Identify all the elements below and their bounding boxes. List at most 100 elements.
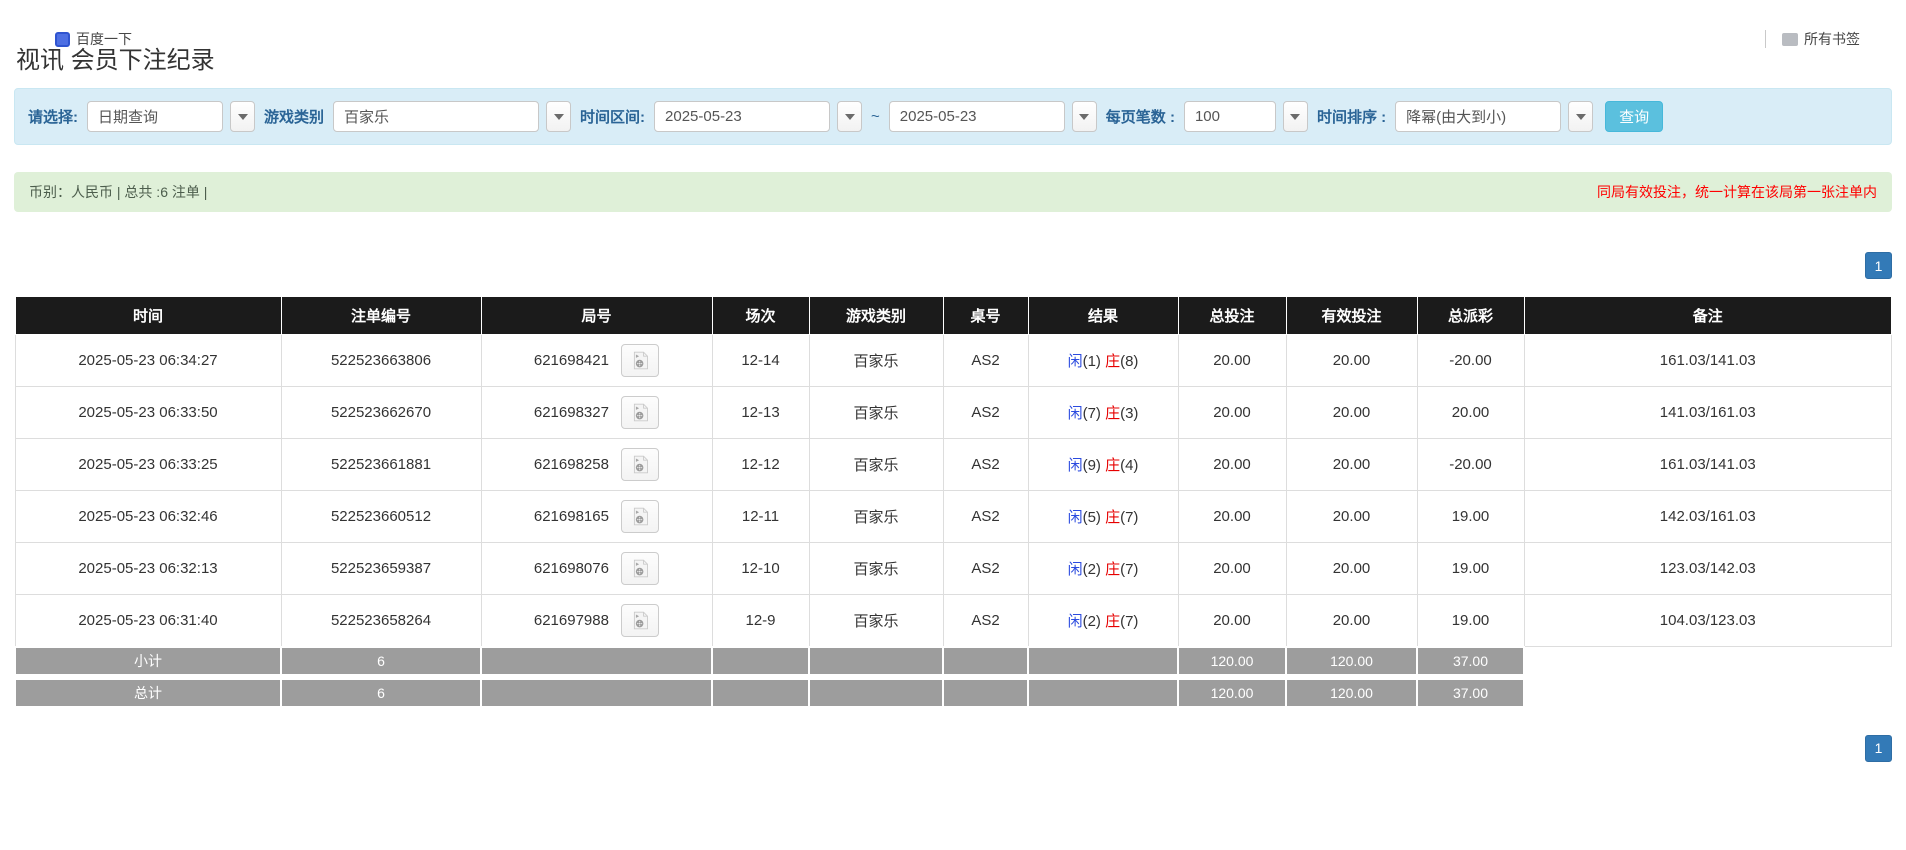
- cell-time: 2025-05-23 06:32:13: [15, 543, 281, 595]
- column-header: 场次: [712, 297, 809, 335]
- result-banker-score: (3): [1120, 405, 1138, 422]
- video-file-icon: [630, 402, 651, 423]
- cell-total-bet: 20.00: [1178, 595, 1286, 647]
- cell-session: 12-10: [712, 543, 809, 595]
- video-file-icon: [630, 350, 651, 371]
- cell-valid-bet: 20.00: [1286, 595, 1417, 647]
- result-banker-score: (7): [1120, 613, 1138, 630]
- result-player-score: (1): [1083, 353, 1106, 370]
- date-to-input[interactable]: [889, 101, 1065, 132]
- table-row: 2025-05-23 06:33:50522523662670621698327…: [15, 387, 1892, 439]
- cell-round-id: 621698258: [481, 439, 712, 491]
- table-row: 2025-05-23 06:32:46522523660512 621698165…: [15, 491, 1892, 543]
- result-player-label: 闲: [1068, 613, 1083, 630]
- video-file-icon: [630, 610, 651, 631]
- cell-time: 2025-05-23 06:34:27: [15, 335, 281, 387]
- chevron-down-icon: [554, 114, 564, 120]
- video-replay-button[interactable]: [621, 396, 659, 429]
- cell-result: 闲(1) 庄(8): [1028, 335, 1178, 387]
- total-row-payout: 37.00: [1417, 677, 1524, 707]
- round-id-text: 621698165: [534, 508, 609, 525]
- game-type-input[interactable]: [333, 101, 539, 132]
- query-type-input[interactable]: [87, 101, 223, 132]
- cell-remark: 161.03/141.03: [1524, 335, 1892, 387]
- video-replay-button[interactable]: [621, 552, 659, 585]
- cell-result: 闲(5) 庄(7): [1028, 491, 1178, 543]
- cell-game-type: 百家乐: [809, 595, 943, 647]
- cell-table-no: AS2: [943, 387, 1028, 439]
- cell-total-bet: 20.00: [1178, 439, 1286, 491]
- result-player-score: (7): [1083, 405, 1106, 422]
- date-to-dropdown-button[interactable]: [1072, 101, 1097, 132]
- result-player-label: 闲: [1068, 457, 1083, 474]
- cell-round-id: 621698165: [481, 491, 712, 543]
- column-header: 备注: [1524, 297, 1892, 335]
- subtotal-row-count: 6: [281, 647, 481, 677]
- page-button-top[interactable]: 1: [1865, 252, 1892, 279]
- result-banker-label: 庄: [1105, 561, 1120, 578]
- cell-session: 12-11: [712, 491, 809, 543]
- cell-session: 12-9: [712, 595, 809, 647]
- browser-bookmark-left[interactable]: 百度一下: [55, 28, 132, 50]
- sort-order-combobox: [1395, 101, 1593, 132]
- video-replay-button[interactable]: [621, 604, 659, 637]
- total-row-empty-cell: [809, 677, 943, 707]
- browser-bookmark-right[interactable]: 所有书签: [1765, 28, 1860, 50]
- table-row: 2025-05-23 06:31:40522523658264621697988…: [15, 595, 1892, 647]
- search-button[interactable]: 查询: [1605, 101, 1663, 132]
- table-row: 2025-05-23 06:32:13522523659387621698076…: [15, 543, 1892, 595]
- cell-game-type: 百家乐: [809, 439, 943, 491]
- same-round-note-text: 同局有效投注，统一计算在该局第一张注单内: [1597, 182, 1877, 202]
- result-player-score: (2): [1083, 561, 1106, 578]
- cell-valid-bet: 20.00: [1286, 335, 1417, 387]
- cell-result: 闲(7) 庄(3): [1028, 387, 1178, 439]
- cell-valid-bet: 20.00: [1286, 543, 1417, 595]
- total-row: 总计6120.00120.0037.00: [15, 677, 1892, 707]
- cell-time: 2025-05-23 06:32:46: [15, 491, 281, 543]
- cell-round-id: 621698076: [481, 543, 712, 595]
- subtotal-row: 小计6120.00120.0037.00: [15, 647, 1892, 677]
- result-player-score: (9): [1083, 457, 1106, 474]
- page-size-dropdown-button[interactable]: [1283, 101, 1308, 132]
- favicon-icon: [55, 32, 70, 47]
- bookmark-separator: [1765, 30, 1766, 48]
- date-from-dropdown-button[interactable]: [837, 101, 862, 132]
- date-to-combobox: [889, 101, 1097, 132]
- cell-bet-id: 522523658264: [281, 595, 481, 647]
- cell-game-type: 百家乐: [809, 491, 943, 543]
- cell-table-no: AS2: [943, 595, 1028, 647]
- bet-records-table: 时间注单编号局号场次游戏类别桌号结果总投注有效投注总派彩备注 2025-05-2…: [14, 296, 1892, 708]
- result-player-score: (5): [1083, 509, 1106, 526]
- sort-order-input[interactable]: [1395, 101, 1561, 132]
- sort-order-dropdown-button[interactable]: [1568, 101, 1593, 132]
- video-replay-button[interactable]: [621, 448, 659, 481]
- query-type-dropdown-button[interactable]: [230, 101, 255, 132]
- date-from-input[interactable]: [654, 101, 830, 132]
- bookmark-label: 百度一下: [76, 29, 132, 49]
- cell-round-id: 621698421: [481, 335, 712, 387]
- cell-remark: 141.03/161.03: [1524, 387, 1892, 439]
- result-banker-label: 庄: [1105, 457, 1120, 474]
- cell-table-no: AS2: [943, 491, 1028, 543]
- game-type-dropdown-button[interactable]: [546, 101, 571, 132]
- cell-valid-bet: 20.00: [1286, 439, 1417, 491]
- page-size-input[interactable]: [1184, 101, 1276, 132]
- page-title: 视讯 会员下注纪录: [16, 40, 1892, 75]
- cell-time: 2025-05-23 06:33:25: [15, 439, 281, 491]
- result-banker-score: (7): [1120, 561, 1138, 578]
- video-replay-button[interactable]: [621, 500, 659, 533]
- filter-bar: 请选择: 游戏类别 时间区间: ~ 每页笔数 : 时间排序 :: [14, 88, 1892, 145]
- date-from-combobox: [654, 101, 862, 132]
- cell-remark: 161.03/141.03: [1524, 439, 1892, 491]
- total-row-remark-blank: [1524, 677, 1892, 707]
- cell-payout: -20.00: [1417, 439, 1524, 491]
- cell-total-bet: 20.00: [1178, 387, 1286, 439]
- subtotal-row-empty-cell: [943, 647, 1028, 677]
- cell-bet-id: 522523660512: [281, 491, 481, 543]
- cell-bet-id: 522523663806: [281, 335, 481, 387]
- all-bookmarks-label: 所有书签: [1804, 29, 1860, 49]
- subtotal-row-total-bet: 120.00: [1178, 647, 1286, 677]
- page-button-bottom[interactable]: 1: [1865, 735, 1892, 762]
- video-replay-button[interactable]: [621, 344, 659, 377]
- cell-round-id: 621697988: [481, 595, 712, 647]
